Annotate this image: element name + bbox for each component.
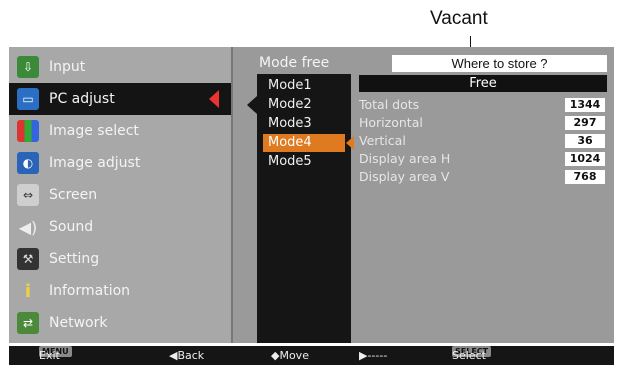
menu-item-label: Information — [49, 283, 131, 299]
menu-item-setting[interactable]: ⚒ Setting — [9, 243, 231, 275]
menu-item-label: Input — [49, 59, 86, 75]
projector-osd-menu: ⇩ Input ▭ PC adjust Image select ◐ Image… — [9, 47, 614, 343]
menu-item-label: Image select — [49, 123, 139, 139]
param-value: 1024 — [565, 152, 605, 166]
menu-item-label: PC adjust — [49, 91, 115, 107]
menu-item-pc-adjust[interactable]: ▭ PC adjust — [9, 83, 231, 115]
param-value: 1344 — [565, 98, 605, 112]
screen-icon: ⇔ — [17, 184, 39, 206]
menu-item-screen[interactable]: ⇔ Screen — [9, 179, 231, 211]
pc-monitor-icon: ▭ — [17, 88, 39, 110]
mode-item-4[interactable]: Mode4 — [263, 134, 354, 152]
menu-item-image-adjust[interactable]: ◐ Image adjust — [9, 147, 231, 179]
setting-icon: ⚒ — [17, 248, 39, 270]
param-row-display-area-v: Display area V 768 — [359, 168, 607, 186]
mode-item-2[interactable]: Mode2 — [263, 96, 345, 114]
param-value: 297 — [565, 116, 605, 130]
param-label: Display area V — [359, 169, 450, 184]
vacant-callout-label: Vacant — [430, 8, 488, 29]
param-row-horizontal: Horizontal 297 — [359, 114, 607, 132]
speaker-icon: ◀) — [18, 217, 38, 237]
footer-dashes: ▶----- — [359, 349, 388, 362]
menu-item-information[interactable]: i Information — [9, 275, 231, 307]
panel-title: Mode free — [259, 55, 330, 71]
where-to-store-prompt: Where to store ? — [392, 55, 607, 72]
param-label: Vertical — [359, 133, 406, 148]
footer-back: ◀Back — [169, 349, 205, 362]
mode-item-1[interactable]: Mode1 — [263, 77, 345, 95]
menu-item-sound[interactable]: ◀) Sound — [9, 211, 231, 243]
image-select-icon — [17, 120, 39, 142]
param-row-total-dots: Total dots 1344 — [359, 96, 607, 114]
mode-item-5[interactable]: Mode5 — [263, 153, 345, 171]
submenu-pointer-icon — [247, 96, 257, 114]
active-mode-pointer-icon — [346, 136, 354, 150]
param-label: Display area H — [359, 151, 451, 166]
param-row-display-area-h: Display area H 1024 — [359, 150, 607, 168]
free-header: Free — [359, 75, 607, 92]
param-label: Horizontal — [359, 115, 423, 130]
menu-item-network[interactable]: ⇄ Network — [9, 307, 231, 339]
image-adjust-icon: ◐ — [17, 152, 39, 174]
menu-item-image-select[interactable]: Image select — [9, 115, 231, 147]
param-row-vertical: Vertical 36 — [359, 132, 607, 150]
menu-item-label: Network — [49, 315, 108, 331]
param-label: Total dots — [359, 97, 420, 112]
menu-item-label: Screen — [49, 187, 98, 203]
menu-item-label: Sound — [49, 219, 94, 235]
menu-item-label: Image adjust — [49, 155, 141, 171]
footer-help-bar: MENU Exit ◀Back ◆Move ▶----- SELECT Select — [9, 346, 614, 365]
main-menu: ⇩ Input ▭ PC adjust Image select ◐ Image… — [9, 47, 233, 343]
mode-item-3[interactable]: Mode3 — [263, 115, 345, 133]
menu-item-input[interactable]: ⇩ Input — [9, 51, 231, 83]
param-value: 36 — [565, 134, 605, 148]
param-value: 768 — [565, 170, 605, 184]
network-icon: ⇄ — [17, 312, 39, 334]
footer-move: ◆Move — [271, 349, 309, 362]
selected-arrow-icon — [209, 90, 219, 108]
input-icon: ⇩ — [17, 56, 39, 78]
mode-list: Mode1 Mode2 Mode3 Mode4 Mode5 — [247, 74, 354, 343]
menu-item-label: Setting — [49, 251, 100, 267]
information-icon: i — [24, 280, 32, 302]
mode-item-label: Mode4 — [268, 135, 312, 150]
